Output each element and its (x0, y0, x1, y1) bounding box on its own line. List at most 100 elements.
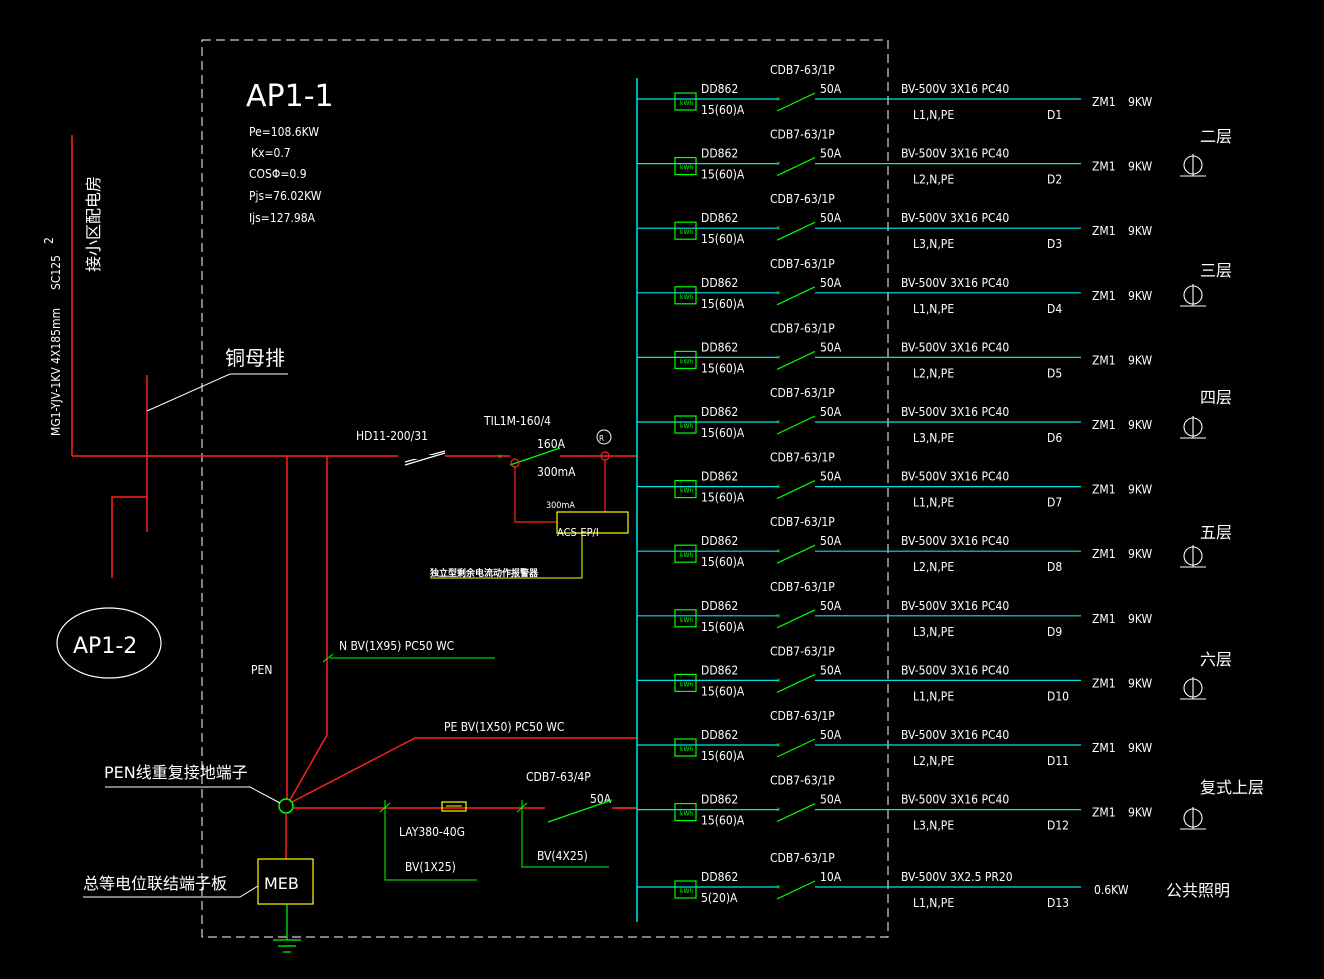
breaker-rating: 50A (820, 534, 842, 548)
breaker-rating: 50A (820, 82, 842, 96)
circuit-load: ZM1 (1092, 289, 1116, 303)
meb-label: MEB (264, 874, 299, 893)
breaker-model: CDB7-63/1P (770, 63, 835, 77)
circuit-load: ZM1 (1092, 806, 1116, 820)
meter-model: DD862 (701, 793, 738, 807)
meter-symbol: kWh (680, 811, 693, 818)
meter-rating: 15(60)A (701, 684, 745, 698)
circuit-phases: L2,N,PE (913, 754, 954, 768)
main-breaker-rating: 160A (537, 437, 566, 451)
circuit-phases: L2,N,PE (913, 366, 954, 380)
circuit-phases: L1,N,PE (913, 302, 954, 316)
meter-model: DD862 (701, 82, 738, 96)
breaker-blade (776, 480, 816, 500)
circuit-cable: BV-500V 3X16 PC40 (901, 728, 1009, 742)
breaker-rating: 10A (820, 870, 842, 884)
circuit-power: 9KW (1128, 418, 1153, 432)
circuit-phases: L1,N,PE (913, 496, 954, 510)
meter-model: DD862 (701, 276, 738, 290)
breaker-rating: 50A (820, 276, 842, 290)
breaker-blade (776, 157, 816, 177)
monitor-model: ACS-EP/I (557, 526, 599, 539)
sub-panel-label: AP1-2 (73, 634, 137, 659)
pen-label: PEN (251, 663, 272, 677)
panel-param-kx: Kx=0.7 (251, 146, 291, 160)
main-breaker-cross: × (497, 452, 503, 463)
circuit-load: ZM1 (1092, 418, 1116, 432)
circuit-phases: L3,N,PE (913, 431, 954, 445)
meb-description: 总等电位联结端子板 (83, 874, 227, 893)
surge-protector-label: LAY380-40G (399, 825, 465, 839)
circuit-cable: BV-500V 3X16 PC40 (901, 470, 1009, 484)
meter-rating: 5(20)A (701, 891, 738, 905)
circuit-power: 9KW (1128, 676, 1153, 690)
circuit-phases: L3,N,PE (913, 625, 954, 639)
circuit-cable: BV-500V 3X16 PC40 (901, 211, 1009, 225)
breaker-blade (776, 673, 816, 693)
circuit-id: D2 (1047, 173, 1062, 187)
main-breaker-leakage: 300mA (537, 465, 576, 479)
circuit-load: ZM1 (1092, 676, 1116, 690)
breaker-blade (776, 92, 816, 112)
diagram-canvas: AP1-1 Pe=108.6KW Kx=0.7 COSΦ=0.9 Pjs=76.… (42, 39, 1264, 953)
circuit-id: D7 (1047, 496, 1062, 510)
circuit-id: D11 (1047, 754, 1069, 768)
circuit-power: 9KW (1128, 806, 1153, 820)
circuit-phases: L2,N,PE (913, 560, 954, 574)
meter-model: DD862 (701, 340, 738, 354)
pe-label: PE BV(1X50) PC50 WC (444, 720, 564, 734)
breaker-blade (776, 415, 816, 435)
meter-model: DD862 (701, 599, 738, 613)
circuit-phases: L1,N,PE (913, 108, 954, 122)
circuit-cable: BV-500V 3X16 PC40 (901, 793, 1009, 807)
circuit-id: D1 (1047, 108, 1062, 122)
meter-symbol: kWh (680, 888, 693, 895)
circuit-cable: BV-500V 3X16 PC40 (901, 534, 1009, 548)
circuit-cable: BV-500V 3X16 PC40 (901, 147, 1009, 161)
circuit-phases: L2,N,PE (913, 173, 954, 187)
circuit-power: 9KW (1128, 353, 1153, 367)
circuit-id: D5 (1047, 366, 1062, 380)
pen-terminal-node (278, 798, 294, 814)
circuit-load: ZM1 (1092, 95, 1116, 109)
circuit-phases: L1,N,PE (913, 896, 954, 910)
pen-terminal-leader (105, 786, 281, 804)
circuit-id: D9 (1047, 625, 1062, 639)
breaker-rating: 50A (820, 728, 842, 742)
circuit-load: ZM1 (1092, 224, 1116, 238)
breaker-cross: × (776, 611, 781, 621)
circuit-load: ZM1 (1092, 353, 1116, 367)
breaker-rating: 50A (820, 599, 842, 613)
panel-param-pe: Pe=108.6KW (249, 125, 319, 139)
panel-title: AP1-1 (246, 79, 334, 114)
circuit-id: D3 (1047, 237, 1062, 251)
spd-breaker-label: CDB7-63/4P (526, 770, 591, 784)
meter-model: DD862 (701, 870, 738, 884)
breaker-cross: × (776, 805, 781, 815)
circuit-cable: BV-500V 3X2.5 PR20 (901, 870, 1013, 884)
busbar-label: 铜母排 (225, 346, 285, 370)
meter-rating: 15(60)A (701, 232, 745, 246)
breaker-cross: × (776, 417, 781, 427)
breaker-model: CDB7-63/1P (770, 580, 835, 594)
floor-label: 四层 (1200, 388, 1232, 407)
meter-symbol: kWh (680, 100, 693, 107)
circuit-load: ZM1 (1092, 741, 1116, 755)
incoming-conduit-label: SC125 (49, 255, 63, 290)
circuit-power: 9KW (1128, 224, 1153, 238)
spd-wire2-label: BV(4X25) (537, 849, 588, 863)
circuit-id: D4 (1047, 302, 1062, 316)
circuit-power: 9KW (1128, 741, 1153, 755)
circuit-phases: L3,N,PE (913, 819, 954, 833)
meter-rating: 15(60)A (701, 491, 745, 505)
breaker-model: CDB7-63/1P (770, 192, 835, 206)
meter-symbol: kWh (680, 294, 693, 301)
breaker-rating: 50A (820, 340, 842, 354)
meter-rating: 15(60)A (701, 297, 745, 311)
incoming-conduit-count: 2 (42, 237, 56, 244)
breaker-model: CDB7-63/1P (770, 515, 835, 529)
floor-label: 五层 (1200, 523, 1232, 542)
breaker-rating: 50A (820, 147, 842, 161)
floor-label: 三层 (1200, 261, 1232, 280)
circuit-load: ZM1 (1092, 483, 1116, 497)
